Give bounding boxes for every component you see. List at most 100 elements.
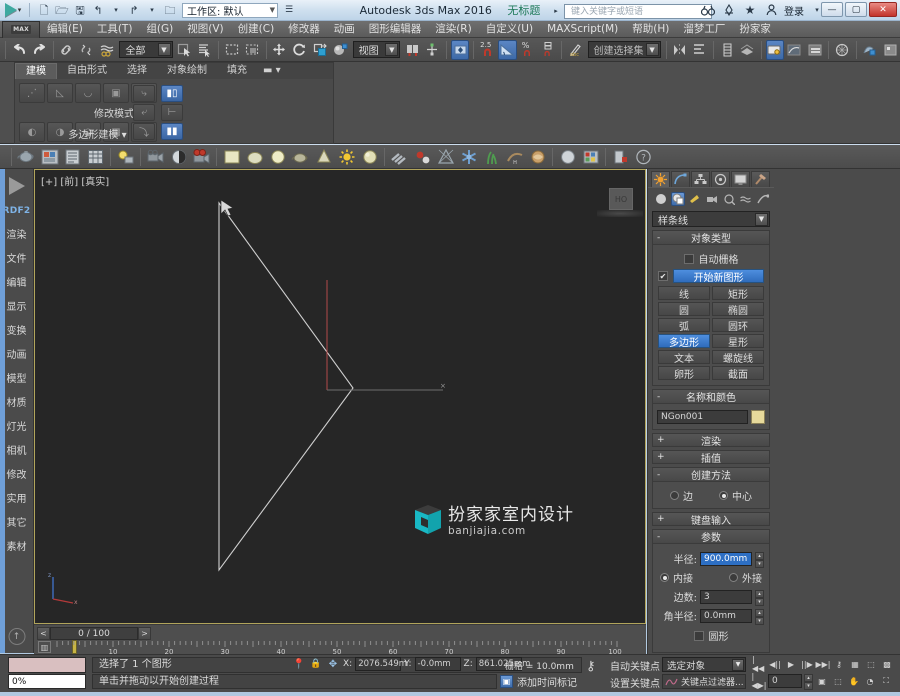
shape-button-ellipse[interactable]: 椭圆 [712, 302, 764, 317]
chevron-down-icon[interactable]: ▼ [645, 43, 659, 56]
radio-dot[interactable] [670, 491, 679, 500]
particle-icon[interactable] [412, 146, 433, 167]
field-of-view-button[interactable]: ▣ [815, 674, 829, 688]
current-frame-input[interactable]: 0 [768, 674, 802, 688]
go-to-start-button[interactable]: |◀◀ [752, 655, 766, 673]
sides-input[interactable]: 3 [700, 589, 752, 604]
app-logo-icon[interactable]: ▾ [0, 0, 26, 21]
swift-loop-button[interactable]: ⤷ [133, 85, 155, 102]
rollout-render[interactable]: + 渲染 [652, 433, 770, 448]
play-animation-button[interactable]: ▶ [784, 657, 798, 671]
set-project-folder-icon[interactable]: 🗀 [162, 2, 178, 18]
mirror-button[interactable] [671, 40, 689, 60]
systems-button[interactable] [756, 192, 770, 206]
chevron-down-icon[interactable]: ▼ [755, 212, 768, 226]
create-tab[interactable] [651, 171, 670, 187]
sidebar-collapse-icon[interactable]: ↑ [8, 628, 25, 645]
grass-icon[interactable] [481, 146, 502, 167]
rollout-toggle-icon[interactable]: - [657, 233, 660, 243]
key-mode-toggle-button[interactable]: ⚷ [832, 657, 846, 671]
render-frame-window-button[interactable] [861, 40, 879, 60]
redo-button[interactable] [30, 40, 48, 60]
selection-filter-combo[interactable]: 全部 ▼ [119, 41, 173, 58]
coord-x-input[interactable]: 2076.549m [355, 657, 407, 671]
rollout-object-type-header[interactable]: - 对象类型 [653, 231, 769, 245]
film-camera-icon[interactable] [191, 146, 212, 167]
menu-item-plugin-factory[interactable]: 溜梦工厂 [676, 21, 732, 38]
rollout-toggle-icon[interactable]: + [657, 435, 665, 445]
time-configuration-button[interactable]: ▦ [848, 657, 862, 671]
ribbon-overflow-icon[interactable]: ▬ ▾ [257, 63, 287, 79]
grid-color-icon[interactable] [580, 146, 601, 167]
menu-item-views[interactable]: 视图(V) [180, 21, 230, 38]
shape-button-line[interactable]: 线 [658, 286, 710, 301]
constraint-face-button[interactable]: ⊢ [161, 104, 183, 121]
layer-explorer-button[interactable] [718, 40, 736, 60]
auto-grid-checkbox[interactable] [683, 253, 694, 264]
render-setup-button[interactable] [833, 40, 851, 60]
absolute-mode-icon[interactable]: ✥ [326, 657, 340, 671]
corner-radius-spinner[interactable]: ▴ ▾ [755, 608, 764, 625]
rollout-name-color-header[interactable]: - 名称和颜色 [653, 390, 769, 404]
ribbon-tab-freeform[interactable]: 自由形式 [57, 63, 117, 79]
undo-button[interactable] [10, 40, 28, 60]
select-by-name-button[interactable] [196, 40, 214, 60]
circular-checkbox[interactable] [693, 630, 704, 641]
table-icon[interactable] [85, 146, 106, 167]
maximize-button[interactable]: ▢ [845, 2, 867, 17]
rollout-toggle-icon[interactable]: + [657, 452, 665, 462]
shape-button-circle[interactable]: 圆 [658, 302, 710, 317]
box-icon[interactable] [221, 146, 242, 167]
creation-method-center-radio[interactable]: 中心 [719, 488, 752, 503]
search-binoculars-icon[interactable] [700, 2, 716, 18]
timeline-ruler[interactable]: 10 20 30 40 50 60 70 80 90 100 [37, 641, 637, 654]
search-dropdown-icon[interactable]: ▸ [548, 3, 564, 19]
sphere-yellow-icon[interactable] [267, 146, 288, 167]
zoom-extents-button[interactable]: ⬚ [864, 657, 878, 671]
application-menu-button[interactable]: MAX [2, 20, 40, 38]
new-icon[interactable]: 🗋 [36, 2, 52, 18]
ribbon-tab-modeling[interactable]: 建模 [15, 63, 57, 79]
material-map-icon[interactable] [39, 146, 60, 167]
sphere-shaded-icon[interactable] [359, 146, 380, 167]
search-input[interactable]: 键入关键字或短语 [564, 3, 712, 19]
viewport[interactable]: [+] [前] [真实] × HO 扮家家室内设计 banjiajia.com … [34, 169, 646, 624]
menu-item-rendering[interactable]: 渲染(R) [428, 21, 479, 38]
rollout-toggle-icon[interactable]: - [657, 532, 660, 542]
align-button[interactable] [424, 40, 442, 60]
open-icon[interactable]: 🗁 [54, 2, 70, 18]
category-combo[interactable]: 样条线 ▼ [652, 211, 770, 227]
next-frame-button[interactable]: > [138, 627, 151, 640]
start-new-shape-button[interactable]: 开始新图形 [673, 269, 764, 284]
menu-item-tools[interactable]: 工具(T) [90, 21, 140, 38]
unlink-selection-button[interactable] [78, 40, 96, 60]
set-key-button[interactable]: 设置关键点 [610, 675, 660, 690]
list-icon[interactable] [62, 146, 83, 167]
rollout-keyboard-entry[interactable]: + 键盘输入 [652, 512, 770, 527]
autodesk-360-icon[interactable] [721, 2, 737, 18]
auto-key-button[interactable]: 自动关键点 [610, 658, 660, 673]
cloth-icon[interactable] [527, 146, 548, 167]
edit-named-selection-sets-button[interactable]: abc [566, 40, 584, 60]
select-and-link-button[interactable] [58, 40, 76, 60]
select-and-place-button[interactable] [331, 40, 349, 60]
current-frame-spinner[interactable]: ▴ ▾ [804, 674, 813, 690]
rollout-interpolation[interactable]: + 插值 [652, 450, 770, 465]
undo-dropdown-icon[interactable]: ▾ [108, 2, 124, 18]
utilities-tab[interactable] [751, 171, 770, 187]
radius-input[interactable]: 900.0mm [700, 551, 752, 566]
close-button[interactable]: ✕ [869, 2, 897, 17]
menu-item-create[interactable]: 创建(C) [231, 21, 282, 38]
rollout-toggle-icon[interactable]: - [657, 392, 660, 402]
chevron-down-icon[interactable]: ▼ [732, 658, 744, 671]
next-frame-button[interactable]: ||▶ [800, 657, 814, 671]
menu-item-graph-editors[interactable]: 图形编辑器 [362, 21, 429, 38]
rdf-logo-icon[interactable] [4, 175, 30, 197]
select-and-move-button[interactable] [271, 40, 289, 60]
circumscribed-radio[interactable]: 外接 [729, 570, 762, 585]
menu-item-animation[interactable]: 动画 [327, 21, 362, 38]
material-editor-button[interactable] [765, 39, 784, 60]
go-to-end-button[interactable]: ▶▶| [816, 657, 831, 671]
teapot-gray-icon[interactable] [290, 146, 311, 167]
menu-item-edit[interactable]: 编辑(E) [40, 21, 90, 38]
